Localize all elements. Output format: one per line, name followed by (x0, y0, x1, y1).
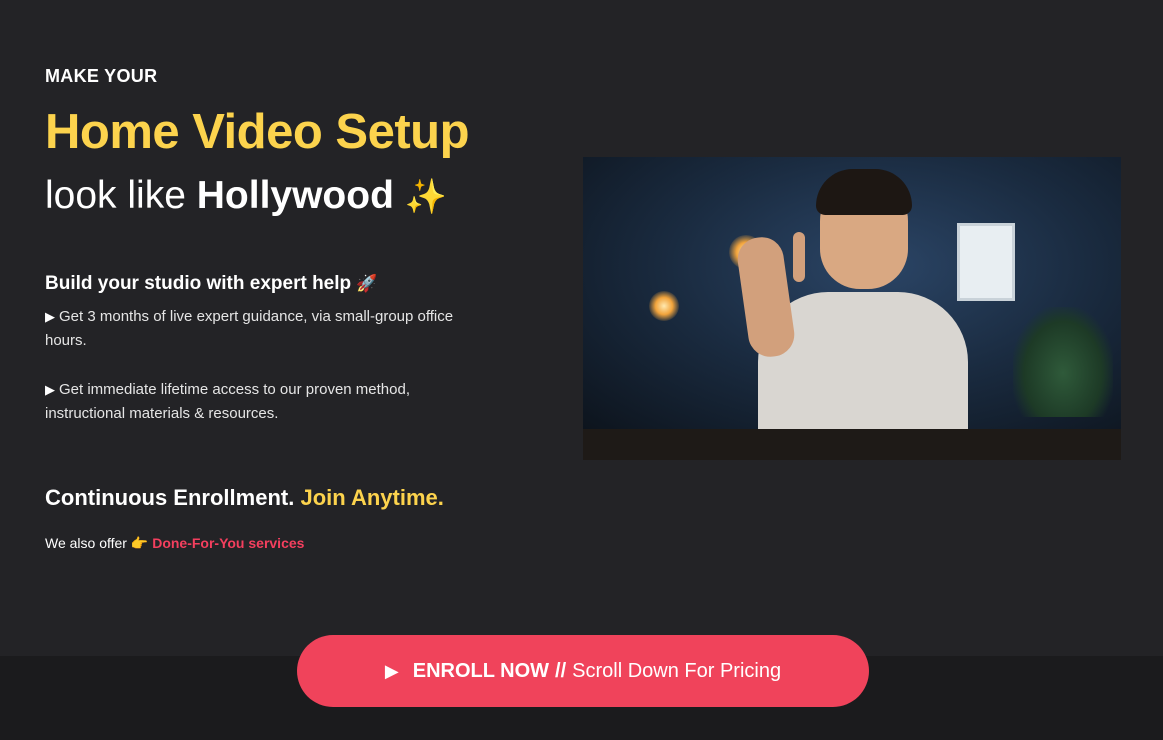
features-title-text: Build your studio with expert help (45, 273, 352, 294)
sparkles-icon: ✨ (404, 178, 448, 216)
play-icon: ▶ (384, 660, 399, 681)
feature-item: ▶ Get 3 months of live expert guidance, v… (45, 305, 465, 353)
play-bullet-icon: ▶ (45, 309, 55, 324)
offer-line: We also offer 👉 Done-For-You services (45, 535, 304, 552)
cta-strong-label: ENROLL NOW (412, 659, 550, 682)
hero-headline: Home Video Setup (45, 105, 470, 159)
enroll-now-button[interactable]: ▶ ENROLL NOW // Scroll Down For Pricing (297, 635, 869, 707)
pointing-right-icon: 👉 (130, 535, 149, 551)
video-thumbnail[interactable] (583, 157, 1121, 460)
hero-subline: look like Hollywood ✨ (45, 174, 447, 218)
enrollment-line: Continuous Enrollment. Join Anytime. (45, 485, 444, 511)
enrollment-accent: Join Anytime. (300, 485, 444, 510)
hero-subline-strong: Hollywood (196, 174, 394, 217)
play-bullet-icon: ▶ (45, 382, 55, 397)
person-finger (793, 232, 805, 282)
cta-label: Scroll Down For Pricing (572, 659, 782, 682)
feature-item-text: Get 3 months of live expert guidance, vi… (45, 308, 454, 349)
done-for-you-link[interactable]: Done-For-You services (152, 535, 304, 551)
cta-separator: // (555, 659, 567, 682)
offer-prefix: We also offer (45, 535, 127, 551)
plant (1013, 307, 1113, 417)
hero-kicker: MAKE YOUR (45, 66, 158, 86)
rocket-icon: 🚀 (356, 274, 378, 293)
desk (583, 429, 1121, 460)
lamp-bulb (649, 291, 679, 321)
person-hair (816, 169, 912, 215)
wall-poster (957, 223, 1015, 301)
feature-item-text: Get immediate lifetime access to our pro… (45, 381, 410, 422)
features-title: Build your studio with expert help 🚀 (45, 273, 378, 295)
enrollment-text: Continuous Enrollment. (45, 485, 295, 510)
feature-item: ▶ Get immediate lifetime access to our pr… (45, 378, 465, 426)
hero-subline-prefix: look like (45, 174, 186, 217)
